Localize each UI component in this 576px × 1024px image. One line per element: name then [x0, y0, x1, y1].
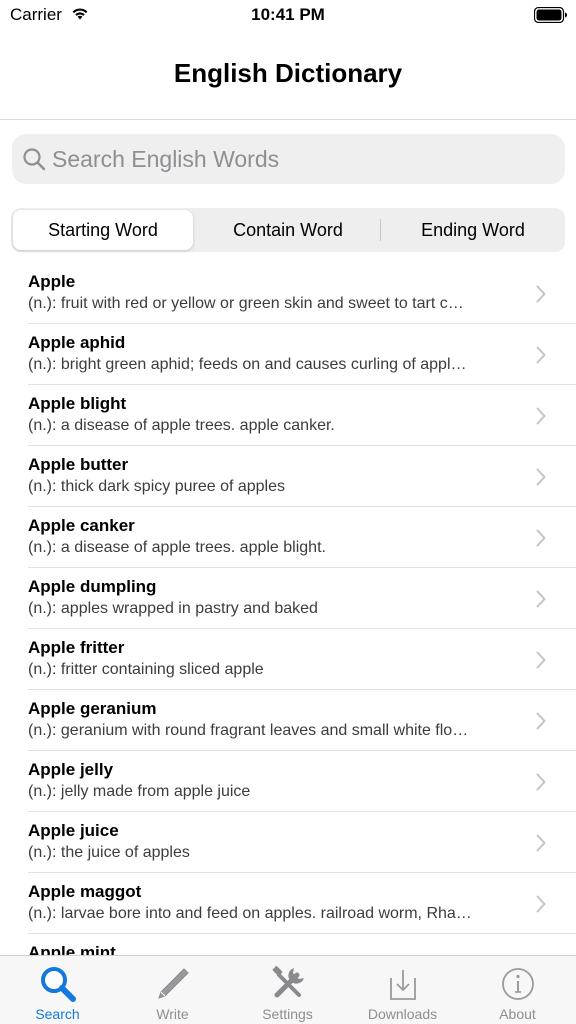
- info-icon: [501, 968, 534, 1000]
- segment-divider: [380, 219, 381, 241]
- segment-contain-word[interactable]: Contain Word: [198, 210, 378, 250]
- list-item[interactable]: Apple canker (n.): a disease of apple tr…: [28, 507, 576, 568]
- word-title: Apple jelly: [28, 760, 114, 779]
- word-title: Apple canker: [28, 516, 135, 535]
- word-definition: (n.): fruit with red or yellow or green …: [28, 295, 464, 312]
- search-mode-segmented-control: Starting Word Contain Word Ending Word: [11, 208, 565, 252]
- list-item[interactable]: Apple butter (n.): thick dark spicy pure…: [28, 446, 576, 507]
- word-title: Apple blight: [28, 394, 127, 413]
- word-title: Apple: [28, 272, 76, 291]
- tab-label: Downloads: [367, 1006, 438, 1022]
- word-title: Apple butter: [28, 455, 129, 474]
- list-item[interactable]: Apple jelly (n.): jelly made from apple …: [28, 751, 576, 812]
- chevron-right-icon: [536, 773, 546, 791]
- chevron-right-icon: [536, 590, 546, 608]
- chevron-right-icon: [536, 834, 546, 852]
- list-item[interactable]: Apple juice (n.): the juice of apples: [28, 812, 576, 873]
- word-definition: (n.): apples wrapped in pastry and baked: [28, 600, 318, 617]
- word-title: Apple geranium: [28, 699, 157, 718]
- segment-ending-word[interactable]: Ending Word: [383, 210, 563, 250]
- tab-downloads[interactable]: Downloads: [345, 956, 460, 1024]
- word-title: Apple mint: [28, 943, 116, 955]
- tab-label: Search: [35, 1006, 80, 1022]
- list-item[interactable]: Apple maggot (n.): larvae bore into and …: [28, 873, 576, 934]
- list-item[interactable]: Apple dumpling (n.): apples wrapped in p…: [28, 568, 576, 629]
- word-list[interactable]: Apple (n.): fruit with red or yellow or …: [0, 263, 576, 955]
- segment-starting-word[interactable]: Starting Word: [13, 210, 193, 250]
- tab-settings[interactable]: Settings: [230, 956, 345, 1024]
- word-definition: (n.): thick dark spicy puree of apples: [28, 478, 286, 495]
- word-title: Apple dumpling: [28, 577, 157, 596]
- download-tray-icon: [389, 970, 416, 1000]
- tab-write[interactable]: Write: [115, 956, 230, 1024]
- tab-about[interactable]: About: [460, 956, 575, 1024]
- chevron-right-icon: [536, 346, 546, 364]
- navigation-bar: English Dictionary: [0, 36, 576, 120]
- word-definition: (n.): bright green aphid; feeds on and c…: [28, 356, 467, 373]
- tab-label: Write: [156, 1006, 189, 1022]
- tools-icon: [272, 966, 304, 998]
- list-item[interactable]: Apple blight (n.): a disease of apple tr…: [28, 385, 576, 446]
- search-bar[interactable]: [12, 134, 565, 184]
- list-item[interactable]: Apple fritter (n.): fritter containing s…: [28, 629, 576, 690]
- status-bar: Carrier 10:41 PM: [0, 0, 576, 32]
- search-input[interactable]: [52, 134, 552, 184]
- status-time: 10:41 PM: [251, 5, 325, 24]
- word-title: Apple juice: [28, 821, 119, 840]
- word-definition: (n.): jelly made from apple juice: [28, 783, 251, 800]
- tab-search[interactable]: Search: [0, 956, 115, 1024]
- word-definition: (n.): larvae bore into and feed on apple…: [28, 905, 472, 922]
- tab-bar: Search Write Settings Downloads About: [0, 955, 576, 1024]
- chevron-right-icon: [536, 651, 546, 669]
- page-title: English Dictionary: [173, 58, 403, 88]
- word-definition: (n.): a disease of apple trees. apple bl…: [28, 539, 326, 556]
- battery-icon: [534, 7, 567, 23]
- chevron-right-icon: [536, 529, 546, 547]
- chevron-right-icon: [536, 285, 546, 303]
- chevron-right-icon: [536, 895, 546, 913]
- word-title: Apple maggot: [28, 882, 142, 901]
- word-title: Apple aphid: [28, 333, 126, 352]
- word-definition: (n.): the juice of apples: [28, 844, 190, 861]
- magnifier-icon: [40, 967, 76, 1002]
- word-definition: (n.): a disease of apple trees. apple ca…: [28, 417, 335, 434]
- chevron-right-icon: [536, 712, 546, 730]
- chevron-right-icon: [536, 407, 546, 425]
- list-item[interactable]: Apple (n.): fruit with red or yellow or …: [28, 263, 576, 324]
- tab-label: Settings: [262, 1006, 313, 1022]
- list-item[interactable]: Apple geranium (n.): geranium with round…: [28, 690, 576, 751]
- word-definition: (n.): fritter containing sliced apple: [28, 661, 264, 678]
- pen-icon: [157, 968, 189, 999]
- list-item[interactable]: Apple mint: [28, 934, 576, 955]
- search-icon: [23, 148, 46, 171]
- chevron-right-icon: [536, 468, 546, 486]
- word-definition: (n.): geranium with round fragrant leave…: [28, 722, 469, 739]
- word-title: Apple fritter: [28, 638, 125, 657]
- tab-label: About: [499, 1006, 536, 1022]
- list-item[interactable]: Apple aphid (n.): bright green aphid; fe…: [28, 324, 576, 385]
